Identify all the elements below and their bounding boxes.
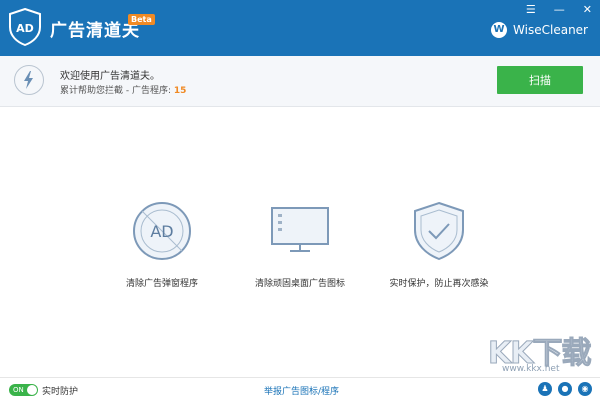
feature-label-realtime-protection: 实时保护，防止再次感染	[389, 279, 489, 289]
app-title: 广告清道夫	[50, 21, 140, 41]
toggle-label: ON	[13, 386, 24, 394]
minimize-button[interactable]: —	[554, 4, 565, 16]
close-button[interactable]: ✕	[583, 4, 592, 16]
lightning-icon	[14, 65, 44, 95]
realtime-label: 实时防护	[42, 387, 79, 397]
app-logo-icon: AD	[9, 8, 41, 46]
lightning-glyph	[24, 71, 33, 89]
feature-ad-popup: AD 清除广告弹窗程序	[102, 200, 222, 289]
realtime-toggle[interactable]: ON	[9, 384, 38, 396]
beta-badge: Beta	[128, 14, 155, 25]
toggle-knob	[27, 385, 37, 395]
shield-check-icon	[414, 201, 464, 261]
watermark-url: www.kkx.net	[502, 364, 560, 374]
menu-button[interactable]: ☰	[526, 4, 536, 16]
ad-block-icon: AD	[133, 202, 191, 260]
weibo-icon[interactable]: ◉	[578, 382, 592, 396]
wisecleaner-icon: W	[491, 22, 508, 38]
brand-label: WiseCleaner	[513, 23, 588, 37]
monitor-icon	[271, 207, 329, 252]
scan-button[interactable]: 扫描	[497, 66, 583, 94]
qq-icon[interactable]: ♟	[538, 382, 552, 396]
stats-label: 累计帮助您拦截 - 广告程序:	[60, 86, 172, 96]
window-controls: ☰ — ✕	[526, 4, 592, 16]
watermark: KK下载 www.kkx.net	[488, 328, 600, 376]
report-link[interactable]: 举报广告图标/程序	[264, 384, 339, 397]
feature-label-desktop-icons: 清除顽固桌面广告图标	[254, 279, 345, 289]
feature-desktop-icons: 清除顽固桌面广告图标	[240, 200, 360, 289]
feature-realtime-protection: 实时保护，防止再次感染	[379, 200, 499, 289]
title-bar: AD 广告清道夫 Beta ☰ — ✕ W WiseCleaner	[0, 0, 600, 56]
welcome-text: 欢迎使用广告清道夫。	[60, 71, 160, 82]
feature-label-ad-popup: 清除广告弹窗程序	[125, 279, 198, 289]
ad-icon-text: AD	[150, 222, 173, 241]
wechat-icon[interactable]: ●	[558, 382, 572, 396]
logo-text: AD	[16, 22, 34, 35]
info-bar: 欢迎使用广告清道夫。 累计帮助您拦截 - 广告程序: 15 扫描	[0, 56, 600, 107]
statusbar-icons: ♟ ● ◉	[538, 382, 592, 396]
stats-count: 15	[173, 86, 187, 96]
brand[interactable]: W WiseCleaner	[491, 22, 588, 38]
stats-text: 累计帮助您拦截 - 广告程序: 15	[60, 83, 186, 96]
status-bar: ON 实时防护 举报广告图标/程序 ♟ ● ◉	[0, 377, 600, 402]
